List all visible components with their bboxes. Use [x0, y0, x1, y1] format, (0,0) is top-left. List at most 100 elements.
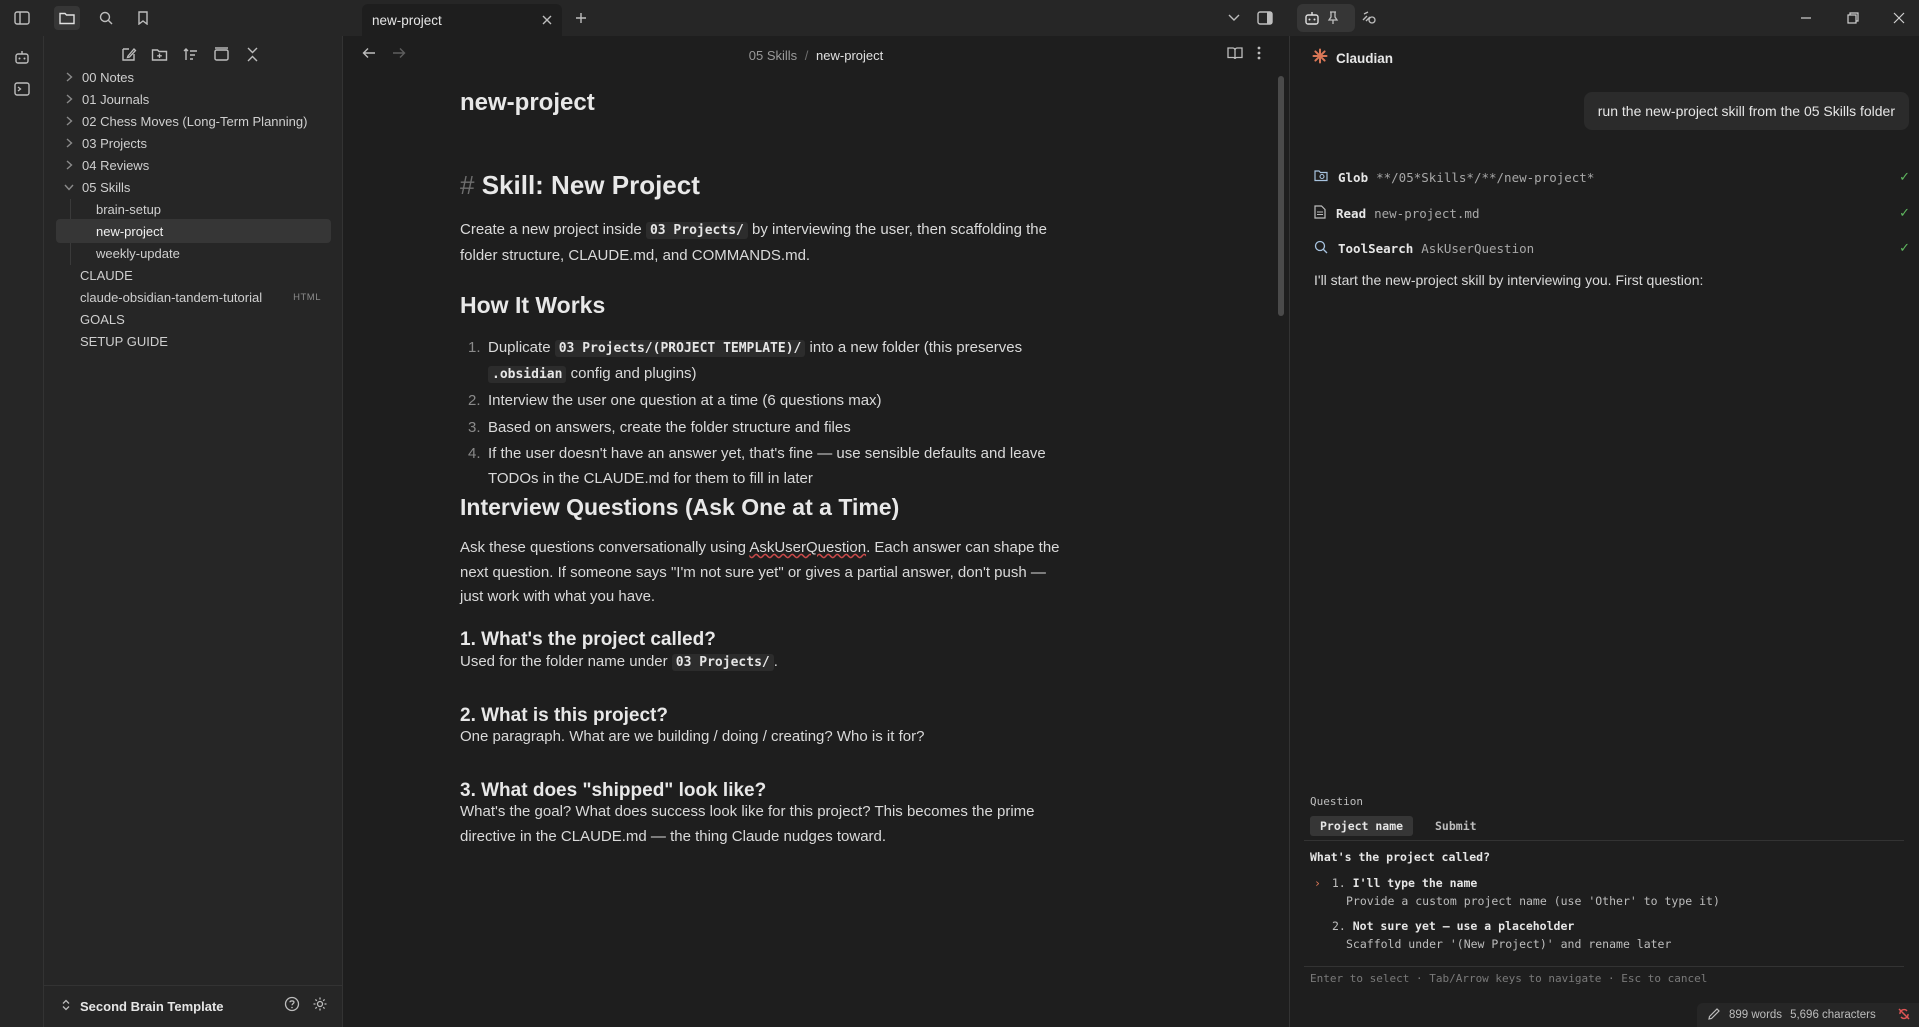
list-number: 2.: [468, 392, 481, 409]
q2-paragraph: One paragraph. What are we building / do…: [460, 728, 925, 745]
status-bar: 899 words 5,696 characters: [1697, 1003, 1919, 1027]
user-message-bubble: run the new-project skill from the 05 Sk…: [1583, 92, 1909, 130]
tree-file[interactable]: CLAUDE: [56, 263, 331, 287]
bookmark-icon[interactable]: [130, 6, 156, 30]
inline-code: 03 Projects/(PROJECT TEMPLATE)/: [554, 340, 806, 357]
editor-scrollbar[interactable]: [1278, 76, 1284, 316]
inline-title[interactable]: new-project: [460, 89, 1060, 117]
tree-folder-expanded[interactable]: 05 Skills: [56, 175, 331, 199]
check-icon: ✓: [1899, 169, 1910, 184]
tree-item-label: new-project: [96, 223, 164, 239]
list-text: Interview the user one question at a tim…: [488, 392, 882, 409]
close-window-icon[interactable]: [1886, 6, 1912, 30]
tool-call-glob[interactable]: Glob **/05*Skills*/**/new-project* ✓: [1314, 167, 1910, 187]
tree-folder[interactable]: 00 Notes: [56, 65, 331, 89]
tree-item-label: 00 Notes: [82, 69, 135, 85]
settings-gear-icon[interactable]: [312, 996, 328, 1017]
question-text: What's the project called?: [1310, 850, 1491, 864]
heading-q2: 2. What is this project?: [460, 705, 668, 726]
question-label: Question: [1310, 795, 1363, 808]
breadcrumb-folder[interactable]: 05 Skills: [749, 48, 797, 63]
chevron-right-icon: [62, 72, 76, 82]
help-icon[interactable]: [284, 996, 300, 1017]
list-text: If the user doesn't have an answer yet, …: [488, 445, 1046, 487]
tree-folder[interactable]: 01 Journals: [56, 87, 331, 111]
tree-folder[interactable]: 02 Chess Moves (Long-Term Planning): [56, 109, 331, 133]
terminal-icon[interactable]: [11, 78, 33, 100]
word-count: 899 words: [1729, 1009, 1783, 1021]
minimize-icon[interactable]: [1793, 6, 1819, 30]
tool-arg: AskUserQuestion: [1421, 240, 1535, 256]
q1-paragraph: Used for the folder name under 03 Projec…: [460, 650, 1060, 676]
file-icon: [1314, 204, 1326, 222]
list-text: Based on answers, create the folder stru…: [488, 418, 851, 436]
tool-name: Glob: [1338, 169, 1369, 185]
intro-paragraph: Create a new project inside 03 Projects/…: [460, 218, 1060, 268]
tab-list-chevron-icon[interactable]: [1221, 6, 1247, 30]
tree-file[interactable]: claude-obsidian-tandem-tutorial HTML: [56, 285, 331, 309]
more-options-icon[interactable]: [1257, 46, 1261, 65]
list-number: 3.: [468, 418, 481, 436]
tree-item-label: brain-setup: [96, 201, 162, 217]
chevron-down-icon: [62, 184, 76, 191]
paragraph-text: Ask these questions conversationally usi…: [460, 539, 746, 556]
tool-call-read[interactable]: Read new-project.md ✓: [1314, 203, 1910, 223]
heading-marker: #: [460, 170, 475, 200]
robot-icon[interactable]: [11, 46, 33, 68]
tree-item-label: 02 Chess Moves (Long-Term Planning): [82, 113, 308, 129]
reading-view-icon[interactable]: [1227, 46, 1243, 65]
edit-pencil-icon[interactable]: [1707, 1007, 1721, 1024]
misspelled-word[interactable]: AskUserQuestion: [749, 539, 866, 556]
claudian-header: Claudian: [1312, 48, 1393, 69]
tree-folder[interactable]: 04 Reviews: [56, 153, 331, 177]
files-icon[interactable]: [54, 6, 80, 30]
question-option-2[interactable]: 2. Not sure yet — use a placeholder Scaf…: [1314, 919, 1894, 951]
pin-icon[interactable]: [1320, 6, 1346, 30]
toggle-right-sidebar-icon[interactable]: [1252, 6, 1278, 30]
question-tab-submit[interactable]: Submit: [1429, 816, 1483, 836]
tree-file[interactable]: weekly-update: [56, 241, 331, 265]
tree-item-label: 01 Journals: [82, 91, 150, 107]
toggle-sidebar-icon[interactable]: [9, 6, 35, 30]
steps-list: 1. Duplicate 03 Projects/(PROJECT TEMPLA…: [460, 336, 1060, 493]
chevron-right-icon: [62, 94, 76, 104]
breadcrumb-file[interactable]: new-project: [816, 48, 883, 63]
search-icon: [1314, 240, 1328, 257]
option-title: I'll type the name: [1352, 876, 1478, 890]
question-option-1[interactable]: › 1. I'll type the name Provide a custom…: [1314, 876, 1894, 908]
sync-error-icon[interactable]: [1897, 1007, 1911, 1024]
tree-file[interactable]: brain-setup: [56, 197, 331, 221]
assistant-name: Claudian: [1336, 51, 1394, 66]
tab-new-project[interactable]: new-project: [362, 4, 562, 36]
tool-arg: **/05*Skills*/**/new-project*: [1376, 169, 1595, 185]
vault-switcher-icon[interactable]: [62, 998, 70, 1016]
check-icon: ✓: [1899, 240, 1910, 255]
option-pointer: ›: [1314, 876, 1321, 890]
heading-1: # Skill: New Project: [460, 170, 1060, 201]
tree-file[interactable]: GOALS: [56, 307, 331, 331]
breadcrumb-separator: /: [804, 47, 809, 63]
interview-paragraph: Ask these questions conversationally usi…: [460, 536, 1060, 610]
tree-item-label: claude-obsidian-tandem-tutorial: [80, 289, 263, 305]
vault-footer: Second Brain Template: [44, 985, 342, 1027]
chevron-right-icon: [62, 138, 76, 148]
plugin-search-icon[interactable]: [1356, 6, 1382, 30]
divider: [1304, 966, 1904, 967]
tree-file-active[interactable]: new-project: [56, 219, 331, 243]
option-description: Scaffold under '(New Project)' and renam…: [1346, 937, 1672, 951]
inline-code: 03 Projects/: [671, 654, 774, 671]
tree-file[interactable]: SETUP GUIDE: [56, 329, 331, 353]
claudian-logo-icon: [1312, 48, 1328, 69]
tool-call-toolsearch[interactable]: ToolSearch AskUserQuestion ✓: [1314, 238, 1910, 258]
vault-name[interactable]: Second Brain Template: [80, 999, 224, 1014]
option-title: Not sure yet — use a placeholder: [1352, 919, 1575, 933]
new-tab-icon[interactable]: [568, 6, 594, 30]
restore-icon[interactable]: [1840, 6, 1866, 30]
tree-item-label: CLAUDE: [80, 267, 133, 283]
tree-item-label: SETUP GUIDE: [80, 333, 168, 349]
option-number: 1.: [1331, 876, 1346, 890]
tree-folder[interactable]: 03 Projects: [56, 131, 331, 155]
close-tab-icon[interactable]: [542, 13, 552, 28]
search-icon[interactable]: [93, 6, 119, 30]
question-tab-project-name[interactable]: Project name: [1310, 816, 1414, 836]
